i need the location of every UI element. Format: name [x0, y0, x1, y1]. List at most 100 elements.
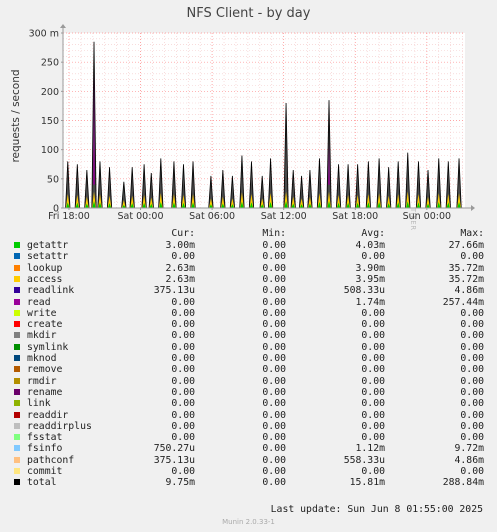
- legend-min: 0.00: [262, 454, 286, 466]
- legend-name: setattr: [27, 251, 69, 263]
- legend-cur: 375.13u: [153, 285, 195, 297]
- legend-swatch: [14, 287, 20, 294]
- legend-avg: 0.00: [361, 375, 385, 387]
- legend-min: 0.00: [262, 398, 286, 410]
- legend-row-setattr: setattr 0.00 0.00 0.00 0.00: [0, 251, 497, 263]
- legend-row-link: link 0.00 0.00 0.00 0.00: [0, 398, 497, 410]
- legend-avg: 558.33u: [343, 454, 385, 466]
- legend-row-getattr: getattr 3.00m 0.00 4.03m 27.66m: [0, 240, 497, 252]
- x-axis-arrow: [471, 205, 475, 211]
- legend-max: 9.72m: [454, 443, 485, 455]
- legend-name: write: [27, 307, 57, 319]
- legend-min: 0.00: [262, 330, 286, 342]
- legend-row-total: total 9.75m 0.00 15.81m 288.84m: [0, 477, 497, 489]
- legend-name: readdir: [27, 409, 69, 421]
- legend-max: 0.00: [460, 364, 484, 376]
- legend-name: mknod: [27, 353, 57, 364]
- legend-max: 0.00: [460, 330, 484, 342]
- legend-min: 0.00: [262, 364, 286, 376]
- legend-row-readdir: readdir 0.00 0.00 0.00 0.00: [0, 410, 497, 422]
- munin-version: Munin 2.0.33-1: [222, 518, 275, 526]
- legend-swatch: [14, 275, 20, 282]
- legend-max: 0.00: [460, 341, 484, 353]
- legend-cur: 3.00m: [165, 240, 196, 251]
- y-tick-label: 250: [41, 58, 59, 69]
- legend-row-commit: commit 0.00 0.00 0.00 0.00: [0, 466, 497, 478]
- legend-name: fsstat: [27, 432, 63, 444]
- legend-cur: 0.00: [171, 330, 195, 342]
- legend-row-remove: remove 0.00 0.00 0.00 0.00: [0, 364, 497, 376]
- legend-swatch: [14, 422, 20, 429]
- legend-avg: 0.00: [361, 307, 385, 319]
- legend-row-readlink: readlink 375.13u 0.00 508.33u 4.86m: [0, 285, 497, 297]
- legend-min: 0.00: [262, 285, 286, 297]
- legend-max: 0.00: [460, 386, 484, 398]
- legend-cur: 0.00: [171, 319, 195, 331]
- legend-avg: 0.00: [361, 432, 385, 444]
- y-tick-label: 300 m: [29, 29, 59, 40]
- legend-row-write: write 0.00 0.00 0.00 0.00: [0, 308, 497, 320]
- legend-min: 0.00: [262, 353, 286, 364]
- legend-name: create: [27, 319, 63, 331]
- legend-swatch: [14, 388, 20, 395]
- legend-swatch: [14, 366, 20, 373]
- legend-row-rmdir: rmdir 0.00 0.00 0.00 0.00: [0, 376, 497, 388]
- legend-name: getattr: [27, 240, 69, 251]
- legend-avg: 4.03m: [355, 240, 386, 251]
- legend-name: commit: [27, 466, 63, 477]
- legend-avg: 1.74m: [355, 296, 386, 308]
- legend-name: rename: [27, 386, 63, 398]
- legend-cur: 0.00: [171, 251, 195, 263]
- legend-cur: 0.00: [171, 398, 195, 410]
- y-tick-label: 150: [41, 116, 59, 127]
- legend-max: 0.00: [460, 432, 484, 444]
- legend-min: 0.00: [262, 477, 286, 489]
- legend-swatch: [14, 332, 20, 339]
- legend-min: 0.00: [262, 341, 286, 353]
- legend-max: 35.72m: [448, 262, 484, 274]
- legend-cur: 375.13u: [153, 454, 195, 466]
- legend-min: 0.00: [262, 251, 286, 263]
- legend-cur: 0.00: [171, 375, 195, 387]
- legend-max: 0.00: [460, 307, 484, 319]
- legend-swatch: [14, 355, 20, 361]
- x-tick-label: Sat 06:00: [189, 211, 235, 222]
- legend-row-lookup: lookup 2.63m 0.00 3.90m 35.72m: [0, 263, 497, 275]
- legend-cur: 0.00: [171, 466, 195, 477]
- legend-swatch: [14, 309, 20, 316]
- legend-cur: 0.00: [171, 296, 195, 308]
- legend-max: 0.00: [460, 251, 484, 263]
- legend-name: mkdir: [27, 330, 57, 342]
- legend-avg: 0.00: [361, 319, 385, 331]
- legend-row-pathconf: pathconf 375.13u 0.00 558.33u 4.86m: [0, 455, 497, 467]
- legend-min: 0.00: [262, 386, 286, 398]
- legend-min: 0.00: [262, 420, 286, 432]
- legend-min: 0.00: [262, 262, 286, 274]
- header-max: Max:: [460, 228, 484, 239]
- legend-swatch: [14, 411, 20, 418]
- legend-avg: 0.00: [361, 330, 385, 342]
- legend-swatch: [14, 298, 20, 305]
- legend-max: 0.00: [460, 466, 484, 477]
- legend-swatch: [14, 468, 20, 474]
- legend-name: lookup: [27, 262, 63, 274]
- legend-name: access: [27, 273, 63, 285]
- legend-name: symlink: [27, 341, 69, 353]
- legend-row-rename: rename 0.00 0.00 0.00 0.00: [0, 387, 497, 399]
- legend-swatch: [14, 434, 20, 441]
- legend-cur: 0.00: [171, 420, 195, 432]
- legend-min: 0.00: [262, 466, 286, 477]
- legend-avg: 0.00: [361, 420, 385, 432]
- legend-max: 288.84m: [442, 477, 484, 489]
- legend-max: 35.72m: [448, 273, 484, 285]
- legend-row-fsinfo: fsinfo 750.27u 0.00 1.12m 9.72m: [0, 443, 497, 455]
- y-axis-arrow: [60, 24, 66, 28]
- legend-cur: 0.00: [171, 353, 195, 364]
- y-tick-label: 200: [41, 87, 59, 98]
- legend-cur: 0.00: [171, 341, 195, 353]
- legend-avg: 1.12m: [355, 443, 386, 455]
- legend-max: 4.86m: [454, 285, 485, 297]
- legend-avg: 15.81m: [349, 477, 385, 489]
- y-tick-label: 100: [41, 145, 59, 156]
- legend-avg: 0.00: [361, 386, 385, 398]
